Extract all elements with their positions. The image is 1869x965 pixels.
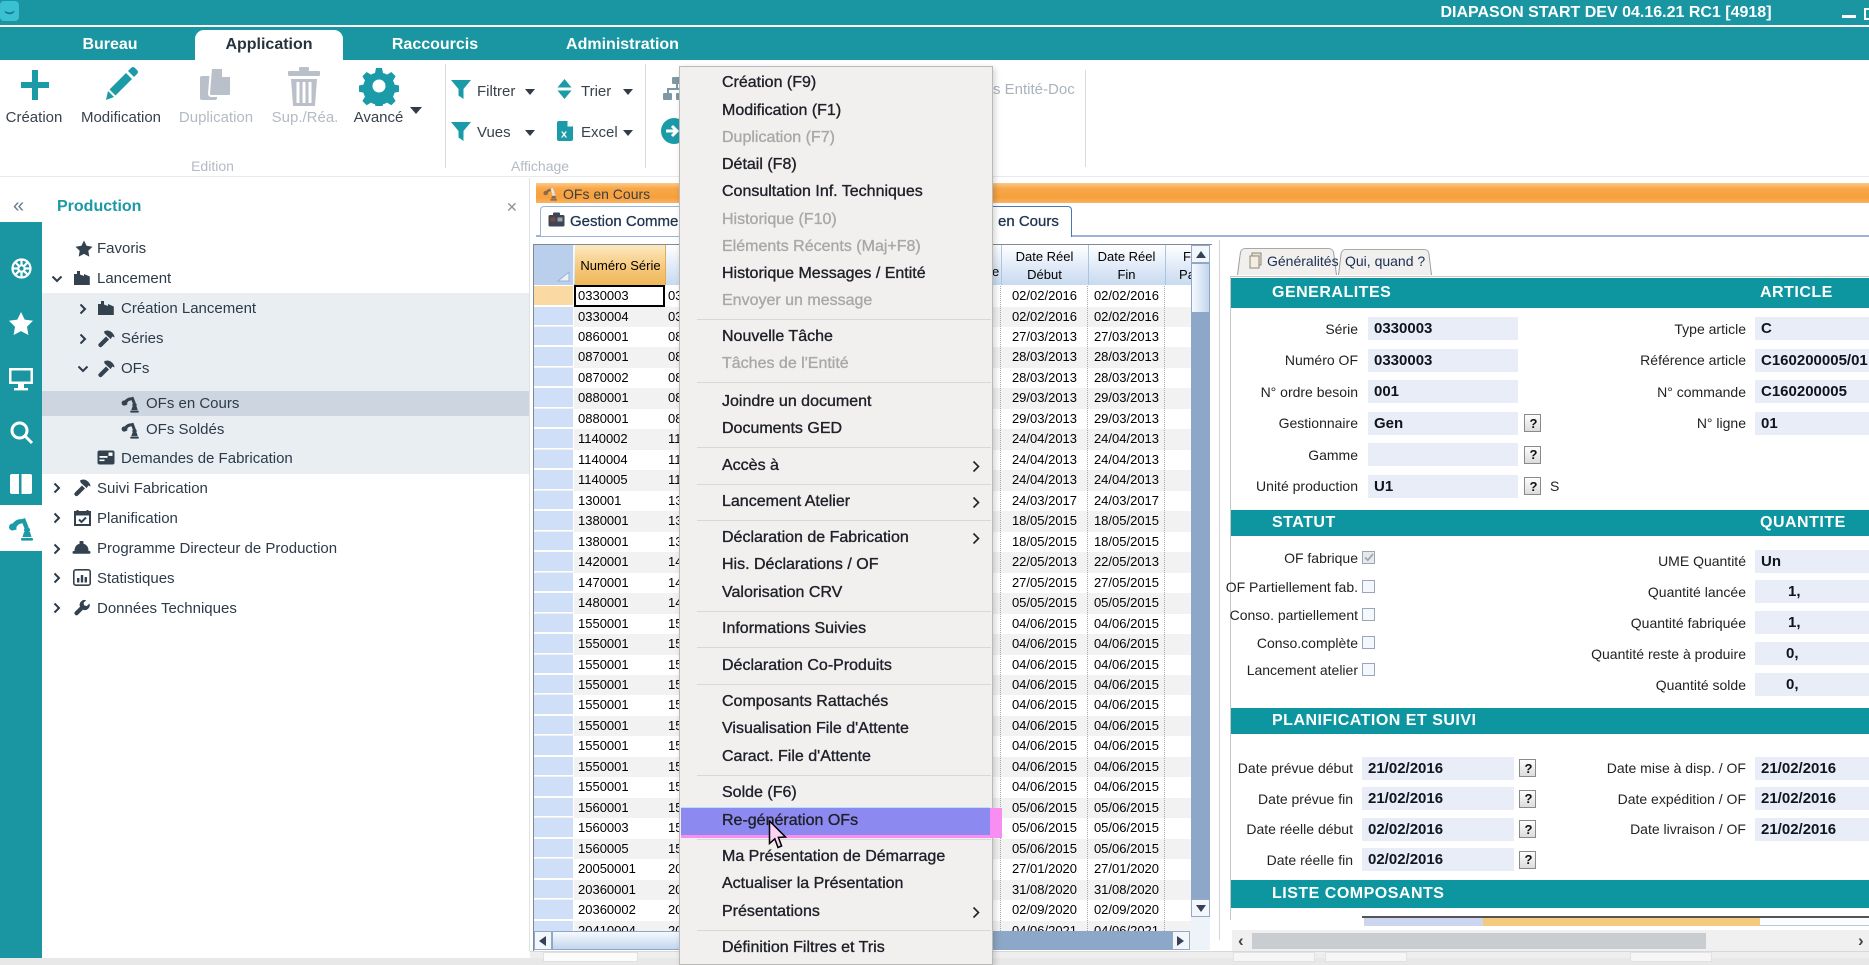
svg-text:x: x [561,129,568,141]
